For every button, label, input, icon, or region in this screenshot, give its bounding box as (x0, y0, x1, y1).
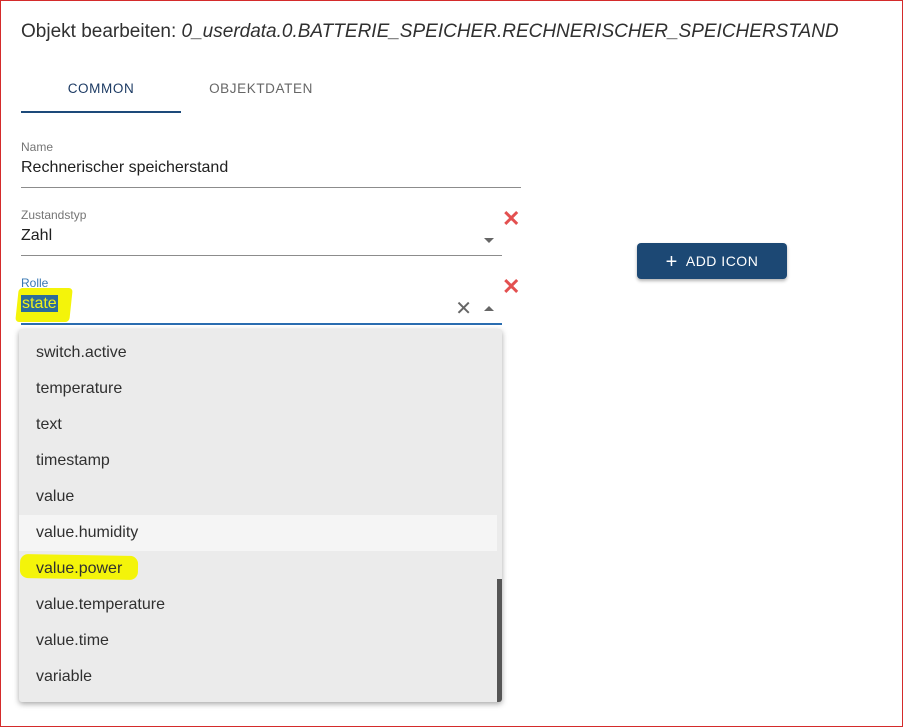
chevron-up-icon[interactable] (484, 306, 494, 311)
state-type-select[interactable]: Zustandstyp Zahl (21, 208, 502, 257)
option-value[interactable]: value (19, 479, 497, 515)
option-value-humidity[interactable]: value.humidity (19, 515, 497, 551)
role-options-list[interactable]: switch.active temperature text timestamp… (19, 329, 502, 702)
option-switch-active[interactable]: switch.active (19, 335, 497, 371)
option-highlight: value.power (36, 551, 122, 587)
role-label: Rolle (21, 276, 49, 290)
state-type-underline (21, 255, 502, 256)
scrollbar-thumb[interactable] (497, 579, 502, 702)
option-timestamp[interactable]: timestamp (19, 443, 497, 479)
tab-bar: COMMON OBJEKTDATEN (21, 70, 341, 113)
option-variable[interactable]: variable (19, 659, 497, 695)
role-value: state (21, 295, 58, 312)
option-value-time[interactable]: value.time (19, 623, 497, 659)
plus-icon: + (665, 251, 678, 273)
name-underline (21, 187, 521, 188)
dialog-title-prefix: Objekt bearbeiten: (21, 21, 177, 42)
role-input[interactable]: state (21, 295, 502, 313)
chevron-down-icon[interactable] (484, 238, 494, 243)
option-temperature[interactable]: temperature (19, 371, 497, 407)
clear-icon[interactable]: ✕ (455, 299, 472, 319)
name-label: Name (21, 140, 54, 154)
add-icon-label: ADD ICON (685, 253, 759, 269)
active-tab-indicator (21, 111, 181, 113)
tab-objektdaten[interactable]: OBJEKTDATEN (181, 70, 341, 113)
object-id: 0_userdata.0.BATTERIE_SPEICHER.RECHNERIS… (181, 21, 839, 42)
add-icon-button[interactable]: + ADD ICON (637, 243, 787, 279)
role-value-highlight: state (21, 295, 58, 313)
option-value-power[interactable]: value.power (19, 551, 497, 587)
tab-common[interactable]: COMMON (21, 70, 181, 113)
option-value-power-label: value.power (36, 560, 123, 577)
scrollbar[interactable] (497, 329, 502, 702)
option-text[interactable]: text (19, 407, 497, 443)
state-type-label: Zustandstyp (21, 208, 87, 222)
dialog-title: Objekt bearbeiten: 0_userdata.0.BATTERIE… (21, 21, 839, 43)
name-field[interactable]: Name Rechnerischer speicherstand (21, 140, 521, 189)
delete-state-type-icon[interactable]: ✕ (502, 208, 520, 230)
role-underline (21, 323, 502, 325)
name-input[interactable]: Rechnerischer speicherstand (21, 159, 521, 177)
state-type-value[interactable]: Zahl (21, 227, 502, 245)
delete-role-icon[interactable]: ✕ (502, 276, 520, 298)
option-value-temperature[interactable]: value.temperature (19, 587, 497, 623)
role-autocomplete[interactable]: Rolle state ✕ (21, 276, 502, 325)
